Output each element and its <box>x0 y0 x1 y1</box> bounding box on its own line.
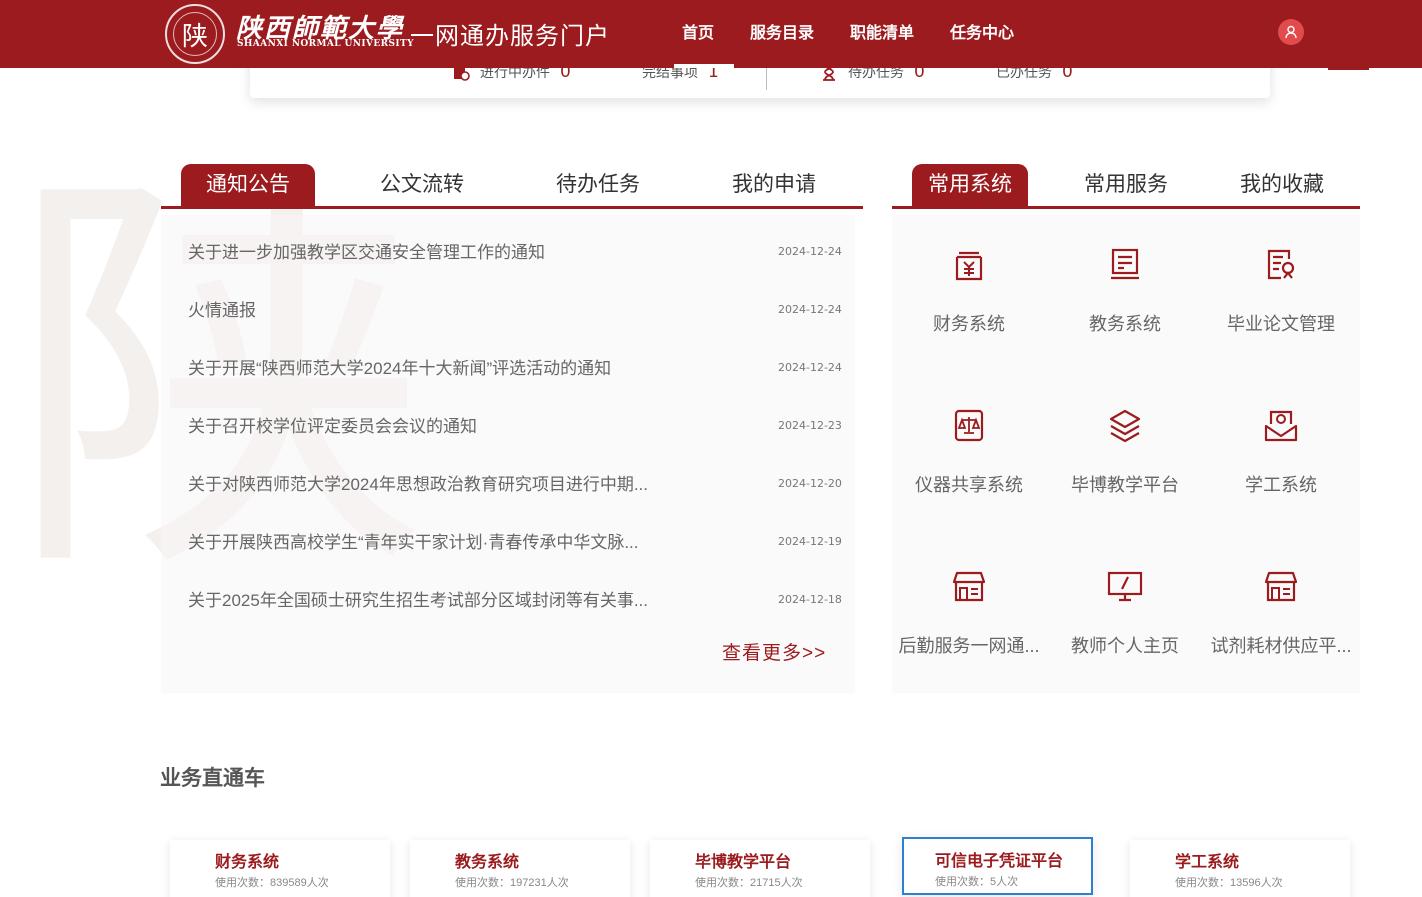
business-card-name: 学工系统 <box>1175 854 1240 871</box>
nav-service-catalog[interactable]: 服务目录 <box>750 0 814 68</box>
monitor-icon <box>1107 571 1143 602</box>
system-reagent-supply[interactable]: 试剂耗材供应平... <box>1203 567 1359 658</box>
news-item[interactable]: 关于进一步加强教学区交通安全管理工作的通知 <box>188 238 688 263</box>
news-item[interactable]: 关于召开校学位评定委员会会议的通知 <box>188 412 688 437</box>
nav-function-list[interactable]: 职能清单 <box>850 0 914 68</box>
news-date: 2024-12-24 <box>778 245 842 258</box>
top-header: 陕 陕西師範大學 SHAANXI NORMAL UNIVERSITY 一网通办服… <box>0 0 1422 68</box>
university-name-en: SHAANXI NORMAL UNIVERSITY <box>237 39 414 49</box>
business-card-name: 教务系统 <box>455 854 520 871</box>
news-date: 2024-12-19 <box>778 535 842 548</box>
business-card-usage: 使用次数：21715人次 <box>695 877 803 889</box>
user-avatar-button[interactable] <box>1278 19 1304 45</box>
news-date: 2024-12-23 <box>778 419 842 432</box>
main-nav: 首页 服务目录 职能清单 任务中心 <box>670 0 1050 68</box>
news-item[interactable]: 关于开展陕西高校学生“青年实干家计划·青春传承中华文脉... <box>188 528 688 553</box>
news-item[interactable]: 关于开展“陕西师范大学2024年十大新闻”评选活动的通知 <box>188 354 688 379</box>
news-tabs: 通知公告 公文流转 待办任务 我的申请 <box>161 163 863 209</box>
instrument-scale-icon <box>954 409 984 442</box>
system-student-affairs[interactable]: 学工系统 <box>1203 406 1359 497</box>
tab-my-applications[interactable]: 我的申请 <box>709 164 839 206</box>
news-date: 2024-12-20 <box>778 477 842 490</box>
portal-title: 一网通办服务门户 <box>410 23 610 50</box>
system-label: 学工系统 <box>1245 475 1317 495</box>
system-label: 财务系统 <box>933 314 1005 334</box>
systems-tabs: 常用系统 常用服务 我的收藏 <box>892 163 1360 209</box>
view-more-link[interactable]: 查看更多>> <box>722 638 826 665</box>
business-card-usage: 使用次数：197231人次 <box>455 877 569 889</box>
store-icon <box>952 571 986 602</box>
layers-icon <box>1109 409 1141 443</box>
business-card-usage: 使用次数：13596人次 <box>1175 877 1283 889</box>
news-item[interactable]: 关于对陕西师范大学2024年思想政治教育研究项目进行中期... <box>188 470 688 495</box>
business-card-name: 毕博教学平台 <box>695 854 792 871</box>
system-logistics[interactable]: 后勤服务一网通... <box>891 567 1047 658</box>
tab-my-favorites[interactable]: 我的收藏 <box>1220 164 1344 206</box>
tab-common-services[interactable]: 常用服务 <box>1064 164 1188 206</box>
system-label: 毕博教学平台 <box>1071 475 1179 495</box>
system-bb-teaching[interactable]: 毕博教学平台 <box>1047 406 1203 497</box>
user-icon <box>1285 25 1297 39</box>
system-finance[interactable]: 财务系统 <box>891 245 1047 336</box>
business-card-academic[interactable]: 教务系统 使用次数：197231人次 <box>410 840 630 897</box>
nav-home[interactable]: 首页 <box>670 0 735 68</box>
business-card-bb-teaching[interactable]: 毕博教学平台 使用次数：21715人次 <box>650 840 870 897</box>
news-date: 2024-12-24 <box>778 361 842 374</box>
store-icon <box>1264 571 1298 602</box>
system-label: 后勤服务一网通... <box>898 636 1040 656</box>
business-card-finance[interactable]: 财务系统 使用次数：839589人次 <box>170 840 390 897</box>
news-date: 2024-12-24 <box>778 303 842 316</box>
news-item[interactable]: 火情通报 <box>188 296 688 321</box>
tab-documents[interactable]: 公文流转 <box>357 164 487 206</box>
system-instrument-sharing[interactable]: 仪器共享系统 <box>891 406 1047 497</box>
business-card-name: 财务系统 <box>215 854 280 871</box>
seal-char: 陕 <box>173 12 217 56</box>
business-card-name: 可信电子凭证平台 <box>935 853 1064 870</box>
news-panel-background <box>161 215 855 693</box>
university-seal-logo[interactable]: 陕 <box>165 4 225 64</box>
business-card-usage: 使用次数：5人次 <box>935 876 1019 888</box>
system-label: 教务系统 <box>1089 314 1161 334</box>
nav-task-center[interactable]: 任务中心 <box>950 0 1014 68</box>
tab-common-systems[interactable]: 常用系统 <box>912 164 1028 206</box>
system-academic-affairs[interactable]: 教务系统 <box>1047 245 1203 336</box>
system-label: 教师个人主页 <box>1071 636 1179 656</box>
business-card-e-certificate[interactable]: 可信电子凭证平台 使用次数：5人次 <box>902 837 1093 895</box>
news-date: 2024-12-18 <box>778 593 842 606</box>
tab-notices[interactable]: 通知公告 <box>181 164 315 206</box>
system-label: 毕业论文管理 <box>1227 314 1335 334</box>
thesis-icon <box>1267 249 1295 280</box>
finance-icon <box>955 251 983 281</box>
system-label: 试剂耗材供应平... <box>1210 636 1352 656</box>
news-item[interactable]: 关于2025年全国硕士研究生招生考试部分区域封闭等有关事... <box>188 586 688 611</box>
system-teacher-homepage[interactable]: 教师个人主页 <box>1047 567 1203 658</box>
tab-pending-tasks[interactable]: 待办任务 <box>533 164 663 206</box>
system-thesis[interactable]: 毕业论文管理 <box>1203 245 1359 336</box>
academic-affairs-icon <box>1111 248 1139 280</box>
system-label: 仪器共享系统 <box>915 475 1023 495</box>
business-card-student-affairs[interactable]: 学工系统 使用次数：13596人次 <box>1130 840 1350 897</box>
business-card-usage: 使用次数：839589人次 <box>215 877 329 889</box>
student-affairs-icon <box>1264 410 1298 442</box>
business-section-title: 业务直通车 <box>160 767 265 790</box>
